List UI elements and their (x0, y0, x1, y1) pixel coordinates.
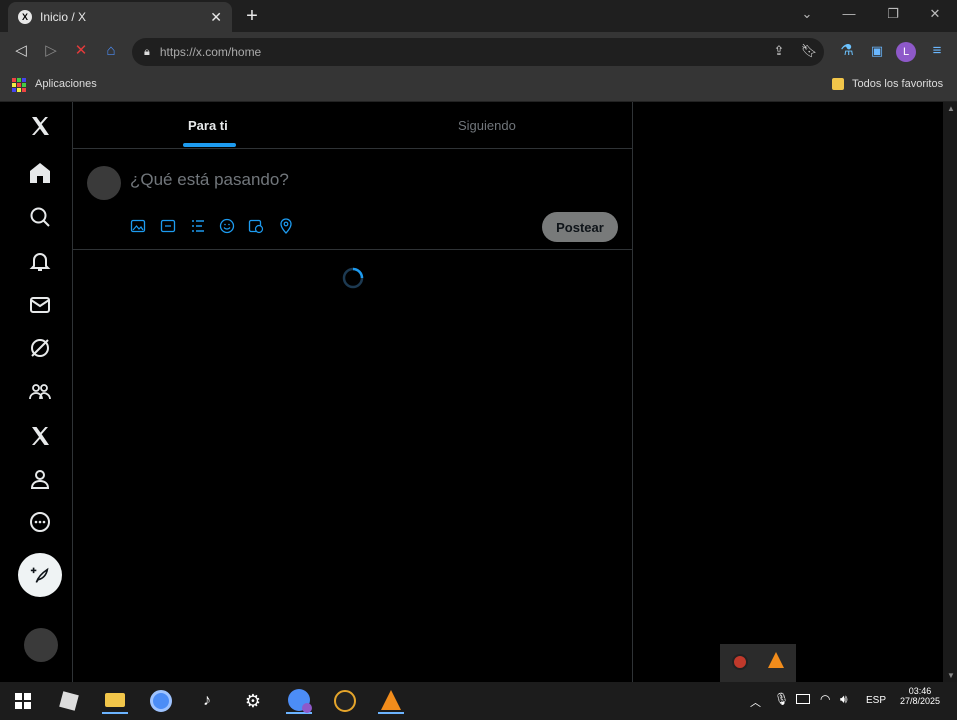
clock-time: 03:46 (908, 686, 932, 696)
all-bookmarks[interactable]: Todos los favoritos (852, 78, 943, 90)
obs-tray-icon[interactable] (732, 654, 748, 670)
messages-icon[interactable] (24, 289, 56, 321)
side-panel-icon[interactable]: ▣ (866, 40, 888, 62)
language-indicator[interactable]: ESP (866, 695, 886, 706)
lock-icon[interactable]: 🔒︎ (144, 46, 150, 59)
microphone-icon[interactable]: 🎙︎ (774, 692, 789, 706)
clock-date: 27/8/2025 (899, 696, 941, 706)
battery-icon[interactable] (796, 694, 810, 704)
active-tab-indicator (183, 143, 236, 147)
scroll-up-icon[interactable]: ▲ (947, 104, 955, 113)
column-divider-left (72, 102, 73, 682)
bookmarks-bar (0, 70, 957, 102)
menu-icon[interactable]: ≡ (926, 40, 948, 62)
notifications-icon[interactable] (24, 245, 56, 277)
tray-overflow-popup (720, 644, 796, 682)
vlc-tray-icon[interactable] (768, 652, 784, 668)
tab-following[interactable]: Siguiendo (458, 118, 516, 133)
share-icon[interactable]: ⇪ (768, 40, 790, 62)
premium-x-icon[interactable] (24, 420, 56, 452)
feather-plus-icon (30, 567, 49, 583)
media-icon[interactable] (130, 218, 148, 236)
file-explorer-icon[interactable] (102, 688, 128, 714)
wifi-icon[interactable]: ◠ (820, 692, 830, 706)
address-bar[interactable]: 🔒︎ https://x.com/home (132, 38, 824, 66)
location-icon[interactable] (278, 218, 296, 236)
compose-post-button[interactable] (18, 553, 62, 597)
browser-profile-icon[interactable] (286, 688, 312, 714)
tiktok-icon[interactable]: ♪ (194, 688, 220, 714)
post-button[interactable]: Postear (542, 212, 618, 242)
communities-icon[interactable] (24, 376, 56, 408)
composer-divider (73, 249, 632, 250)
forward-button[interactable]: ▷ (40, 40, 62, 62)
tabbar-divider (73, 148, 632, 149)
volume-icon[interactable]: 🔊︎ (840, 692, 848, 707)
compose-input[interactable] (130, 168, 600, 192)
roblox-icon[interactable] (56, 688, 82, 714)
stop-loading-button[interactable]: ✕ (70, 40, 92, 62)
emoji-icon[interactable] (219, 218, 237, 236)
settings-gear-icon[interactable]: ⚙ (240, 688, 266, 714)
tab-for-you[interactable]: Para ti (188, 118, 228, 133)
minimize-button[interactable]: — (834, 4, 864, 24)
close-tab-icon[interactable]: ✕ (210, 9, 222, 26)
maximize-button[interactable]: ❐ (878, 4, 908, 24)
profile-avatar-browser[interactable]: L (896, 42, 916, 62)
apps-grid-icon[interactable] (12, 78, 26, 92)
column-divider-right (632, 102, 633, 682)
more-icon[interactable] (24, 506, 56, 538)
back-button[interactable]: ◁ (10, 40, 32, 62)
vlc-icon[interactable] (378, 688, 404, 714)
taskbar (0, 682, 957, 720)
chromium-browser-icon[interactable] (148, 688, 174, 714)
schedule-icon[interactable] (248, 218, 266, 236)
account-avatar[interactable] (24, 628, 58, 662)
obs-studio-icon[interactable] (332, 688, 358, 714)
close-window-button[interactable]: ✕ (920, 4, 950, 24)
home-button[interactable]: ⌂ (100, 40, 122, 62)
bookmark-icon[interactable]: 🔖︎ (798, 40, 820, 62)
x-logo-icon[interactable] (24, 110, 56, 142)
windows-start-icon[interactable] (10, 688, 36, 714)
browser-tab-active[interactable]: X Inicio / X ✕ (8, 2, 232, 32)
scroll-down-icon[interactable]: ▼ (947, 671, 955, 680)
grok-icon[interactable] (24, 332, 56, 364)
folder-icon (832, 78, 844, 90)
new-tab-button[interactable]: + (240, 4, 264, 28)
tray-expand-chevron-icon[interactable]: ︿ (750, 694, 761, 710)
home-icon[interactable] (24, 157, 56, 189)
composer-avatar[interactable] (87, 166, 121, 200)
loading-spinner-icon (342, 267, 364, 289)
tab-search-chevron-icon[interactable]: ⌄ (792, 4, 822, 24)
poll-icon[interactable] (190, 218, 208, 236)
gif-icon[interactable] (160, 218, 178, 236)
address-text: https://x.com/home (159, 45, 262, 59)
clock[interactable]: 03:46 27/8/2025 (894, 686, 946, 706)
bookmark-apps[interactable]: Aplicaciones (35, 78, 97, 90)
tab-title: Inicio / X (40, 10, 87, 24)
page-scrollbar[interactable]: ▲ ▼ (943, 102, 957, 682)
search-icon[interactable] (24, 201, 56, 233)
profile-icon[interactable] (24, 463, 56, 495)
x-favicon-icon: X (18, 10, 32, 24)
labs-flask-icon[interactable]: ⚗ (836, 40, 858, 62)
